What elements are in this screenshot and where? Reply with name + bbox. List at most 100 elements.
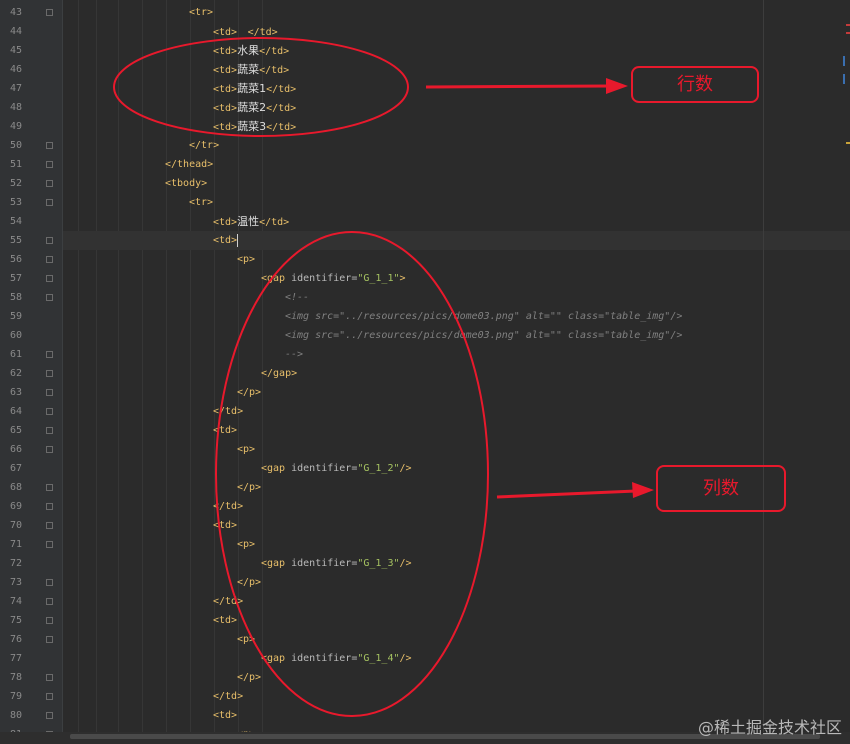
fold-toggle-icon[interactable] xyxy=(46,712,53,719)
code-line[interactable]: </p> xyxy=(237,573,261,592)
line-number: 62 xyxy=(9,368,22,379)
line-number-gutter: 43 44 45 46 47 48 49 50 51 52 53 54 55 56 57 58 59 60 61 62… xyxy=(0,0,62,744)
fold-toggle-icon[interactable] xyxy=(46,199,53,206)
fold-toggle-icon[interactable] xyxy=(46,636,53,643)
code-line[interactable]: </p> xyxy=(237,668,261,687)
code-line[interactable]: <gap identifier="G_1_4"/> xyxy=(261,649,412,668)
code-token-attr: identifier= xyxy=(291,463,358,474)
error-stripe-mark[interactable] xyxy=(846,24,850,26)
code-token-tag: <td> xyxy=(213,710,238,721)
line-number: 70 xyxy=(9,520,22,531)
code-token-val: "G_1_1" xyxy=(357,273,400,284)
fold-toggle-icon[interactable] xyxy=(46,674,53,681)
fold-toggle-icon[interactable] xyxy=(46,541,53,548)
line-number: 46 xyxy=(9,64,22,75)
code-line[interactable]: </tr> xyxy=(189,136,219,155)
fold-toggle-icon[interactable] xyxy=(46,598,53,605)
fold-toggle-icon[interactable] xyxy=(46,370,53,377)
code-token-tag: <p> xyxy=(237,444,256,455)
code-token-tag: > xyxy=(399,273,406,284)
code-line[interactable]: <td>蔬菜</td> xyxy=(213,60,289,80)
fold-toggle-icon[interactable] xyxy=(46,427,53,434)
code-line[interactable]: </p> xyxy=(237,478,261,497)
code-line[interactable]: </td> xyxy=(213,402,243,421)
change-stripe-mark[interactable] xyxy=(843,74,845,84)
code-line[interactable]: <td>蔬菜3</td> xyxy=(213,117,296,137)
code-token-tag: <tr> xyxy=(189,7,214,18)
code-line[interactable]: <td> xyxy=(213,706,237,725)
line-number: 77 xyxy=(9,653,22,664)
line-number: 64 xyxy=(9,406,22,417)
code-line[interactable]: <td>温性</td> xyxy=(213,212,289,232)
fold-toggle-icon[interactable] xyxy=(46,237,53,244)
code-line[interactable]: </td> xyxy=(213,592,243,611)
code-token-tag: <td> xyxy=(213,235,238,246)
fold-toggle-icon[interactable] xyxy=(46,256,53,263)
change-stripe-mark[interactable] xyxy=(843,56,845,66)
code-line[interactable]: <p> xyxy=(237,440,255,459)
code-line[interactable]: <img src="../resources/pics/dome03.png" … xyxy=(285,307,682,326)
code-token-tag: </td> xyxy=(266,84,297,95)
fold-toggle-icon[interactable] xyxy=(46,294,53,301)
code-line[interactable]: <gap identifier="G_1_2"/> xyxy=(261,459,412,478)
fold-toggle-icon[interactable] xyxy=(46,693,53,700)
code-line[interactable]: <tr> xyxy=(189,3,213,22)
code-token-tag: </p> xyxy=(237,672,262,683)
code-token-tag: </td> xyxy=(247,27,278,38)
line-number: 60 xyxy=(9,330,22,341)
fold-toggle-icon[interactable] xyxy=(46,142,53,149)
fold-toggle-icon[interactable] xyxy=(46,446,53,453)
code-line[interactable]: <td> </td> xyxy=(213,22,278,42)
fold-toggle-icon[interactable] xyxy=(46,351,53,358)
code-line[interactable]: <p> xyxy=(237,535,255,554)
code-token-tag: <td> xyxy=(213,425,238,436)
code-line[interactable]: </p> xyxy=(237,383,261,402)
fold-toggle-icon[interactable] xyxy=(46,579,53,586)
code-token-attr: identifier= xyxy=(291,653,358,664)
code-line[interactable]: <gap identifier="G_1_3"/> xyxy=(261,554,412,573)
code-token-tag: /> xyxy=(399,558,412,569)
fold-toggle-icon[interactable] xyxy=(46,180,53,187)
fold-toggle-icon[interactable] xyxy=(46,617,53,624)
code-token-tag: <p> xyxy=(237,254,256,265)
code-token-tag: <tr> xyxy=(189,197,214,208)
code-line[interactable]: <tbody> xyxy=(165,174,207,193)
fold-toggle-icon[interactable] xyxy=(46,275,53,282)
code-line[interactable]: <!-- xyxy=(285,288,309,307)
code-line[interactable]: </td> xyxy=(213,687,243,706)
code-line[interactable]: </gap> xyxy=(261,364,297,383)
code-line[interactable]: <td> xyxy=(213,421,237,440)
code-line[interactable]: <img src="../resources/pics/dome03.png" … xyxy=(285,326,682,345)
line-number: 53 xyxy=(9,197,22,208)
code-line[interactable]: <tr> xyxy=(189,193,213,212)
fold-toggle-icon[interactable] xyxy=(46,522,53,529)
code-line[interactable]: <td>蔬菜1</td> xyxy=(213,79,296,99)
code-line[interactable]: <td>蔬菜2</td> xyxy=(213,98,296,118)
code-token-comment: <!-- xyxy=(285,292,310,303)
fold-toggle-icon[interactable] xyxy=(46,484,53,491)
fold-toggle-icon[interactable] xyxy=(46,161,53,168)
code-token-tag: </gap> xyxy=(261,368,298,379)
code-line[interactable]: --> xyxy=(285,345,303,364)
code-line[interactable]: <gap identifier="G_1_1"> xyxy=(261,269,406,288)
fold-toggle-icon[interactable] xyxy=(46,408,53,415)
fold-toggle-icon[interactable] xyxy=(46,389,53,396)
code-line[interactable]: <td>水果</td> xyxy=(213,41,289,61)
code-line[interactable]: <p> xyxy=(237,250,255,269)
fold-toggle-icon[interactable] xyxy=(46,9,53,16)
code-token-tag: <td> xyxy=(213,27,238,38)
code-line[interactable]: <td> xyxy=(213,516,237,535)
warning-stripe-mark[interactable] xyxy=(846,142,850,144)
line-number: 52 xyxy=(9,178,22,189)
code-line[interactable]: <td> xyxy=(213,611,237,630)
code-editor[interactable]: 43 44 45 46 47 48 49 50 51 52 53 54 55 56 57 58 59 60 61 62… xyxy=(0,0,850,744)
code-line[interactable]: </td> xyxy=(213,497,243,516)
code-line[interactable]: <p> xyxy=(237,630,255,649)
line-number: 51 xyxy=(9,159,22,170)
fold-toggle-icon[interactable] xyxy=(46,503,53,510)
line-number: 56 xyxy=(9,254,22,265)
error-stripe-mark[interactable] xyxy=(846,32,850,34)
code-line[interactable]: <td> xyxy=(213,231,239,250)
code-line[interactable]: </thead> xyxy=(165,155,213,174)
line-number: 55 xyxy=(9,235,22,246)
